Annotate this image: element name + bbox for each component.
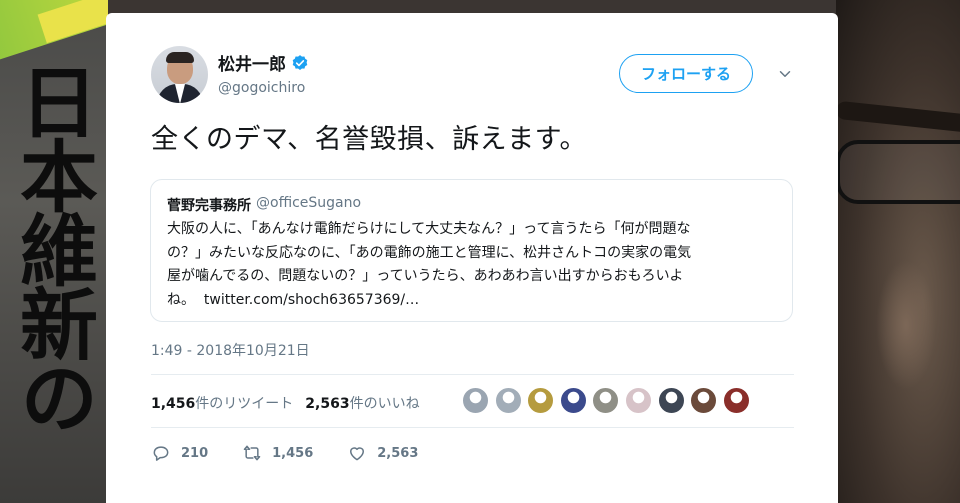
- like-count: 2,563: [305, 396, 350, 412]
- liker-avatar[interactable]: [722, 387, 750, 414]
- retweet-count: 1,456: [151, 396, 196, 412]
- engagement-stats: 1,456件のリツイート 2,563件のいいね: [151, 393, 420, 413]
- liker-avatar[interactable]: [657, 387, 685, 414]
- display-name[interactable]: 松井一郎: [218, 50, 286, 75]
- liker-avatar[interactable]: [592, 387, 620, 414]
- quoted-text-line: 大阪の人に、「あんなけ電飾だらけにして大丈夫なん？」って言うたら「何が問題な: [167, 221, 691, 237]
- like-stat-label: 件のいいね: [349, 396, 420, 412]
- quoted-text-line: の？」みたいな反応なのに、「あの電飾の施工と管理に、松井さんトコの実家の電気: [167, 244, 692, 261]
- tweet-text: 全くのデマ、名誉毀損、訴えます。: [151, 124, 587, 155]
- background-banner: 日本維新の会: [0, 0, 108, 503]
- quoted-author-name: 菅野完事務所: [167, 198, 251, 214]
- quoted-link[interactable]: twitter.com/shoch63657369/…: [204, 292, 419, 308]
- quoted-text-line: 屋が噛んでるの、問題ないの？」っていうたら、あわあわ言い出すからおもろいよ: [167, 268, 684, 284]
- tweet-card: 松井一郎 @gogoichiro フォローする 全くのデマ、名誉毀損、訴えます。…: [106, 13, 838, 503]
- liker-avatar[interactable]: [494, 387, 522, 414]
- quoted-text-line: ね。: [167, 291, 195, 308]
- portrait-brow: [836, 100, 960, 134]
- tweet-actions: 210 1,456 2,563: [151, 443, 452, 463]
- reply-count: 210: [181, 445, 209, 461]
- heart-icon: [350, 447, 365, 461]
- author-name-row[interactable]: 松井一郎: [218, 50, 309, 75]
- liker-avatar[interactable]: [462, 387, 489, 414]
- reply-button[interactable]: 210: [151, 443, 208, 463]
- liker-avatar[interactable]: [559, 387, 587, 414]
- portrait-glasses: [836, 140, 960, 204]
- follow-button[interactable]: フォローする: [619, 54, 753, 93]
- author-handle[interactable]: @gogoichiro: [218, 80, 305, 96]
- retweet-button[interactable]: 1,456: [242, 443, 313, 463]
- background-portrait: [836, 0, 960, 503]
- divider: [151, 427, 794, 428]
- quoted-tweet-body: 大阪の人に、「あんなけ電飾だらけにして大丈夫なん？」って言うたら「何が問題な の…: [167, 218, 782, 312]
- banner-text: 日本維新の会: [7, 62, 98, 432]
- avatar[interactable]: [151, 46, 208, 103]
- like-button[interactable]: 2,563: [347, 443, 418, 463]
- liker-avatar[interactable]: [690, 387, 718, 414]
- divider: [151, 374, 794, 375]
- background-top-strip: [108, 0, 836, 14]
- retweet-action-count: 1,456: [272, 445, 314, 461]
- portrait-shading: [876, 260, 936, 390]
- liker-avatars: [462, 387, 755, 414]
- quoted-text-line-last: ね。 twitter.com/shoch63657369/…: [167, 289, 782, 313]
- liker-avatar[interactable]: [527, 387, 555, 414]
- tweet-timestamp[interactable]: 1:49 - 2018年10月21日: [151, 340, 310, 360]
- chevron-down-icon[interactable]: [776, 65, 794, 83]
- liker-avatar[interactable]: [624, 387, 652, 414]
- quoted-tweet[interactable]: 菅野完事務所 @officeSugano 大阪の人に、「あんなけ電飾だらけにして…: [150, 179, 793, 322]
- like-stat[interactable]: 2,563件のいいね: [305, 393, 419, 413]
- retweet-stat[interactable]: 1,456件のリツイート: [151, 393, 293, 413]
- quoted-author-handle: @officeSugano: [256, 195, 362, 211]
- verified-badge-icon: [292, 54, 308, 70]
- retweet-stat-label: 件のリツイート: [195, 396, 294, 412]
- avatar-hair: [166, 52, 194, 63]
- quoted-tweet-header: 菅野完事務所 @officeSugano: [167, 195, 361, 215]
- retweet-icon: [243, 445, 261, 461]
- like-action-count: 2,563: [377, 445, 419, 461]
- reply-icon: [153, 446, 169, 461]
